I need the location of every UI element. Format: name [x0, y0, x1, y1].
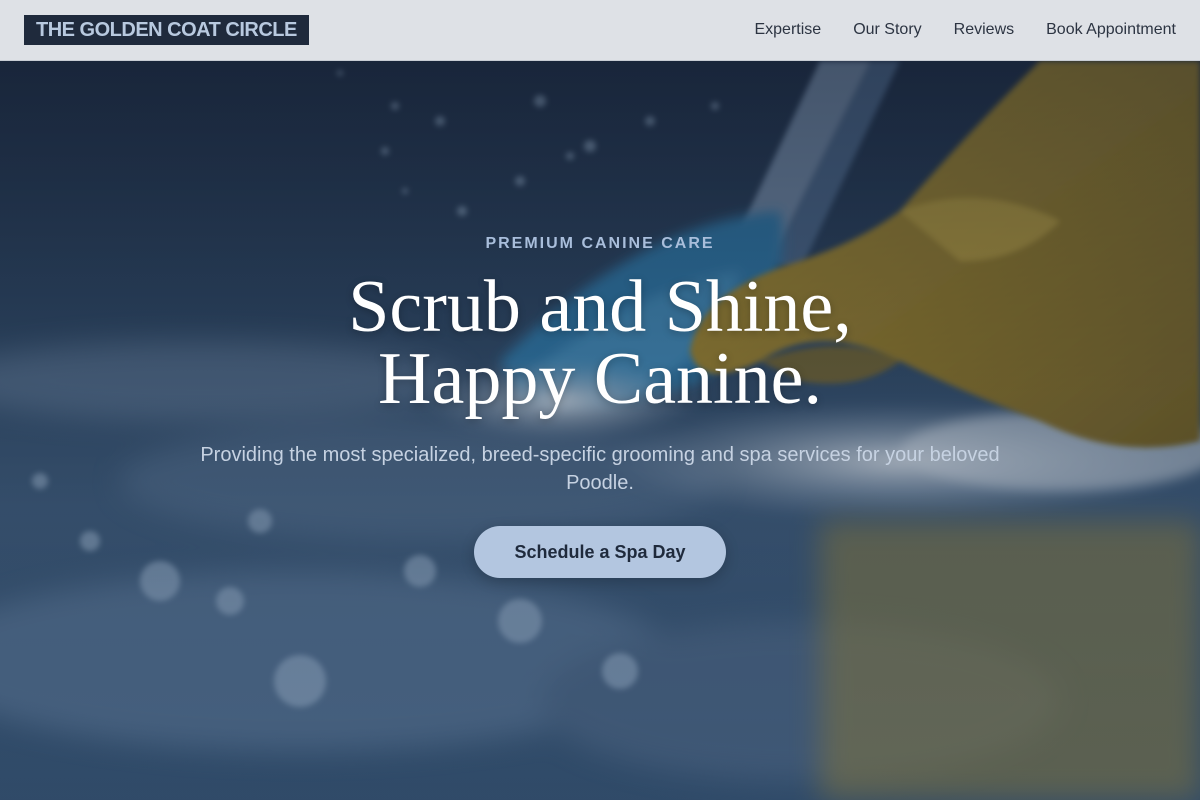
nav-link-our-story[interactable]: Our Story: [853, 21, 921, 39]
nav-link-reviews[interactable]: Reviews: [954, 21, 1014, 39]
hero-eyebrow: PREMIUM CANINE CARE: [485, 235, 715, 252]
hero-headline-line1: Scrub and Shine,: [348, 266, 852, 348]
schedule-spa-day-button[interactable]: Schedule a Spa Day: [474, 526, 726, 578]
nav-link-book-appointment[interactable]: Book Appointment: [1046, 21, 1176, 39]
main-nav: Expertise Our Story Reviews Book Appoint…: [722, 21, 1176, 39]
nav-link-expertise[interactable]: Expertise: [754, 21, 821, 39]
top-navbar: THE GOLDEN COAT CIRCLE Expertise Our Sto…: [0, 0, 1200, 61]
hero-subtext: Providing the most specialized, breed-sp…: [200, 444, 1000, 494]
hero-section: PREMIUM CANINE CARE Scrub and Shine, Hap…: [0, 61, 1200, 800]
site-logo[interactable]: THE GOLDEN COAT CIRCLE: [24, 15, 309, 45]
hero-headline-line2: Happy Canine.: [378, 338, 822, 420]
hero-headline: Scrub and Shine, Happy Canine.: [0, 270, 1200, 416]
hero-content: PREMIUM CANINE CARE Scrub and Shine, Hap…: [0, 61, 1200, 800]
